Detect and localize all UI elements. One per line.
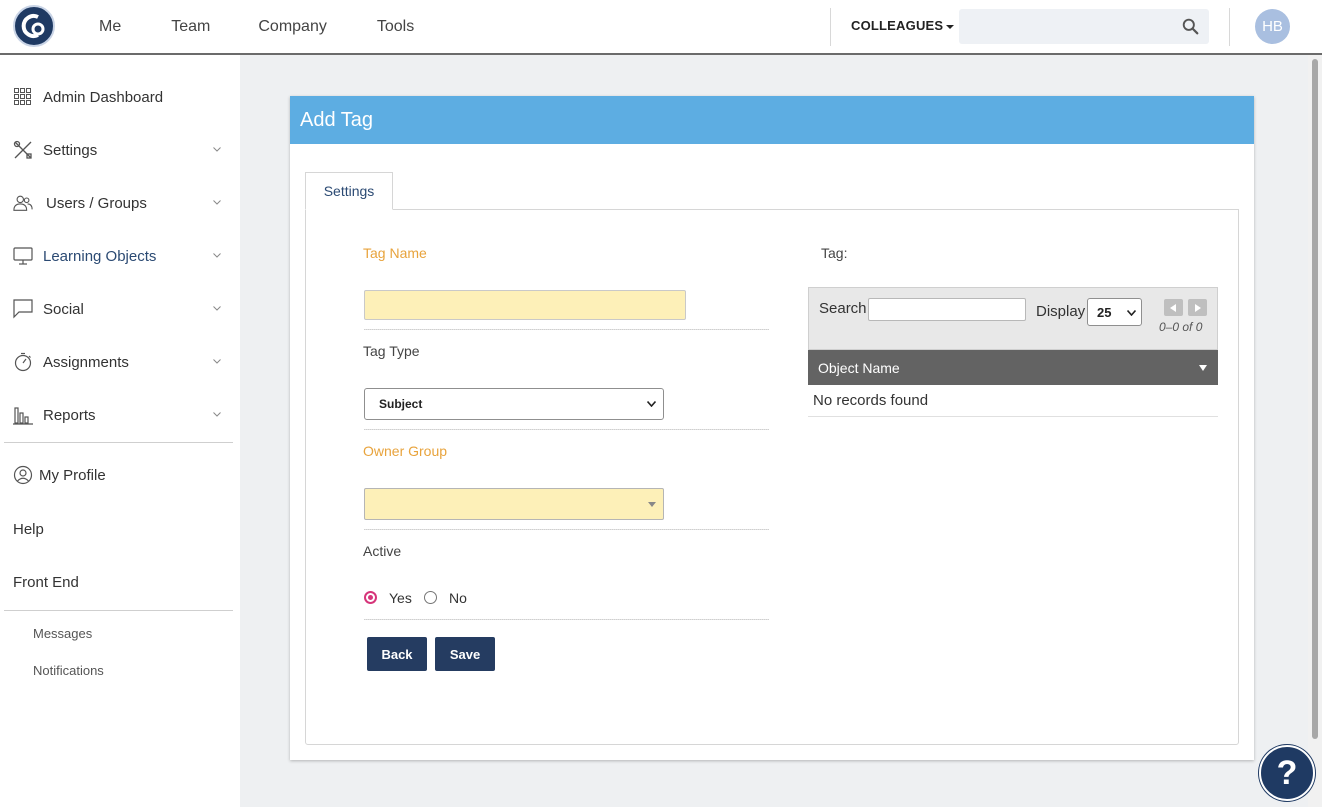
sidebar-divider — [4, 442, 233, 443]
grid-display-select[interactable]: 25 — [1087, 298, 1142, 326]
sidebar-item-messages[interactable]: Messages — [33, 626, 92, 641]
chevron-down-icon — [647, 401, 656, 407]
grid-row-divider — [808, 416, 1218, 417]
scrollbar-thumb[interactable] — [1312, 59, 1318, 739]
top-bar: Me Team Company Tools COLLEAGUES HB — [0, 0, 1322, 55]
row-divider — [364, 619, 769, 620]
sidebar-item-label: Settings — [43, 141, 98, 159]
caret-down-icon — [648, 502, 656, 507]
user-avatar[interactable]: HB — [1255, 9, 1290, 44]
sidebar-item-label: Learning Objects — [43, 247, 157, 265]
grid-search-input[interactable] — [868, 298, 1026, 321]
nav-tools[interactable]: Tools — [377, 18, 414, 36]
owner-group-label: Owner Group — [363, 443, 448, 459]
chevron-down-icon — [213, 306, 221, 311]
tools-icon — [13, 140, 33, 160]
sidebar-item-settings[interactable]: Settings — [13, 138, 223, 162]
top-search-input[interactable] — [959, 9, 1179, 44]
chevron-down-icon — [213, 412, 221, 417]
column-header-label: Object Name — [818, 359, 900, 376]
sidebar-item-learning-objects[interactable]: Learning Objects — [13, 244, 223, 268]
grid-display-value: 25 — [1097, 304, 1112, 320]
app-logo[interactable] — [13, 5, 55, 47]
top-nav: Me Team Company Tools — [99, 0, 464, 53]
caret-down-icon — [946, 24, 955, 29]
monitor-icon — [13, 246, 33, 266]
tab-settings[interactable]: Settings — [305, 172, 393, 210]
chevron-down-icon — [213, 200, 221, 205]
arrow-right-icon — [1195, 303, 1201, 312]
active-label: Active — [363, 543, 402, 559]
column-header-object-name[interactable]: Object Name — [808, 350, 1218, 385]
sort-down-icon — [1199, 365, 1207, 371]
grid-icon — [13, 87, 33, 107]
row-divider — [364, 429, 769, 430]
tag-name-input[interactable] — [364, 290, 686, 320]
stopwatch-icon — [13, 352, 33, 372]
divider — [830, 8, 831, 46]
active-yes-label: Yes — [389, 590, 412, 606]
colleagues-dropdown[interactable]: COLLEAGUES — [851, 18, 955, 33]
divider — [1229, 8, 1230, 46]
bar-chart-icon — [13, 405, 33, 425]
chevron-down-icon — [213, 253, 221, 258]
help-button[interactable]: ? — [1259, 745, 1315, 801]
users-icon — [13, 193, 33, 213]
colleagues-label: COLLEAGUES — [851, 18, 944, 33]
sidebar-item-notifications[interactable]: Notifications — [33, 663, 104, 678]
logo-mark-icon — [21, 14, 45, 38]
save-button[interactable]: Save — [435, 637, 495, 671]
sidebar-item-admin-dashboard[interactable]: Admin Dashboard — [13, 85, 223, 109]
chevron-down-icon — [1127, 310, 1136, 316]
sidebar-item-label: Assignments — [43, 353, 129, 371]
prev-page-button[interactable] — [1164, 299, 1183, 316]
sidebar-divider — [4, 610, 233, 611]
chevron-down-icon — [213, 147, 221, 152]
tag-grid-label: Tag: — [821, 245, 848, 261]
tag-type-value: Subject — [379, 397, 423, 411]
arrow-left-icon — [1170, 303, 1176, 312]
search-icon[interactable] — [1182, 18, 1199, 35]
active-no-radio[interactable] — [424, 591, 437, 604]
sidebar-item-label: Users / Groups — [46, 194, 147, 212]
next-page-button[interactable] — [1188, 299, 1207, 316]
user-circle-icon — [13, 465, 33, 485]
sidebar-item-my-profile[interactable]: My Profile — [13, 463, 223, 487]
sidebar-item-label: My Profile — [39, 466, 106, 484]
tag-type-label: Tag Type — [363, 343, 420, 359]
back-button[interactable]: Back — [367, 637, 427, 671]
chat-icon — [13, 299, 33, 319]
pagination-info: 0–0 of 0 — [1159, 320, 1203, 334]
owner-group-select[interactable] — [364, 488, 664, 520]
tag-type-select[interactable]: Subject — [364, 388, 664, 420]
sidebar-item-reports[interactable]: Reports — [13, 403, 223, 427]
grid-display-label: Display — [1036, 303, 1086, 320]
grid-empty-message: No records found — [813, 392, 929, 409]
active-no-label: No — [449, 590, 467, 606]
sidebar-item-users-groups[interactable]: Users / Groups — [13, 191, 223, 215]
page-scrollbar[interactable] — [1308, 55, 1322, 807]
sidebar-item-social[interactable]: Social — [13, 297, 223, 321]
grid-search-label: Search — [819, 300, 867, 317]
nav-me[interactable]: Me — [99, 18, 121, 36]
chevron-down-icon — [213, 359, 221, 364]
sidebar-item-assignments[interactable]: Assignments — [13, 350, 223, 374]
nav-team[interactable]: Team — [171, 18, 210, 36]
sidebar-item-front-end[interactable]: Front End — [13, 574, 79, 591]
active-yes-radio[interactable] — [364, 591, 377, 604]
sidebar-item-help[interactable]: Help — [13, 521, 44, 538]
row-divider — [364, 329, 769, 330]
nav-company[interactable]: Company — [258, 18, 326, 36]
row-divider — [364, 529, 769, 530]
top-search — [959, 9, 1209, 44]
sidebar-item-label: Reports — [43, 406, 96, 424]
sidebar-item-label: Admin Dashboard — [43, 88, 164, 106]
card-title: Add Tag — [290, 96, 1254, 144]
sidebar — [0, 55, 240, 807]
sidebar-item-label: Social — [43, 300, 84, 318]
tag-name-label: Tag Name — [363, 245, 427, 261]
